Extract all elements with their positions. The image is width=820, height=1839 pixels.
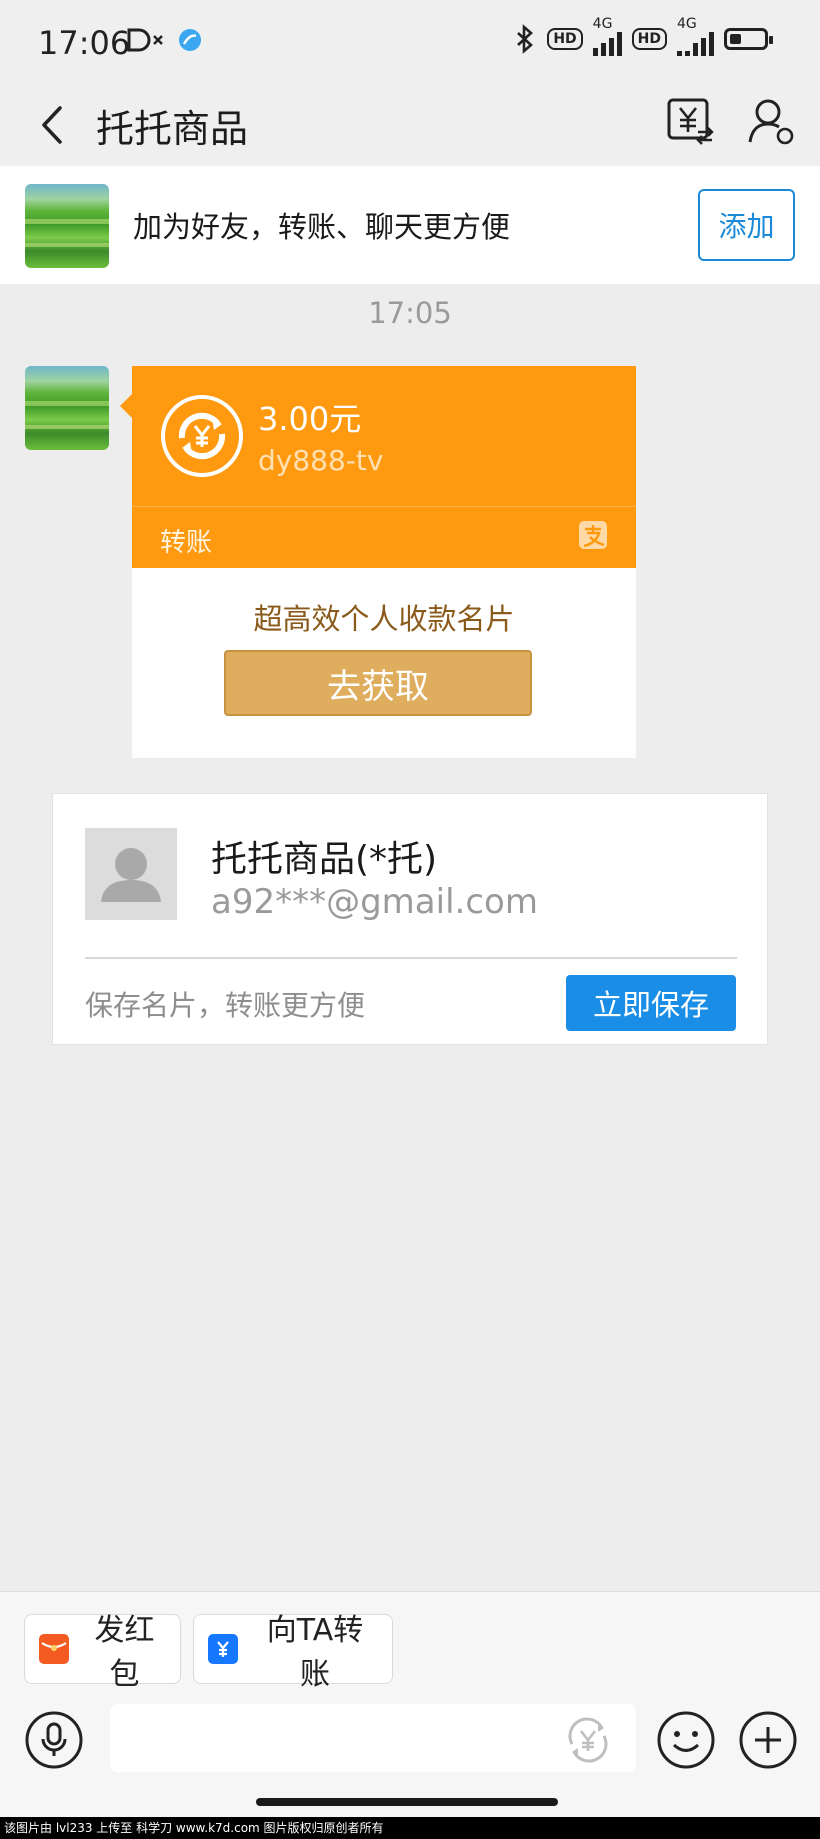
contact-email: a92***@gmail.com <box>211 882 538 922</box>
back-arrow-icon[interactable] <box>34 102 74 148</box>
transfer-icon <box>208 1634 238 1664</box>
hd-badge: HD <box>547 28 583 50</box>
status-bar: 17:06 HD 4G HD 4G <box>0 0 820 84</box>
yen-transfer-icon[interactable] <box>666 96 714 146</box>
transfer-amount: 3.00元 <box>258 400 362 438</box>
get-card-button[interactable]: 去获取 <box>224 650 532 716</box>
add-friend-tip: 加为好友，转账、聊天更方便 <box>133 210 511 244</box>
signal-icon: 4G <box>592 16 622 56</box>
transfer-to-ta-label: 向TA转账 <box>266 1613 364 1692</box>
watermark-text: 该图片由 lvl233 上传至 科学刀 www.k7d.com 图片版权归原创者… <box>0 1817 820 1839</box>
divider <box>85 957 737 959</box>
hd-badge: HD <box>631 28 667 50</box>
battery-icon <box>724 28 773 50</box>
status-time: 17:06 <box>38 24 131 62</box>
alipay-icon <box>579 521 607 549</box>
home-indicator[interactable] <box>256 1798 558 1806</box>
divider <box>132 506 636 507</box>
signal-icon: 4G <box>677 16 714 56</box>
contact-name: 托托商品(*托) <box>211 839 438 880</box>
transfer-card-header: 3.00元 dy888-tv 转账 <box>120 366 636 568</box>
page-title: 托托商品 <box>96 107 249 151</box>
app-notification-icon <box>179 29 201 51</box>
red-packet-icon <box>39 1634 69 1664</box>
red-packet-label: 发红包 <box>94 1613 155 1692</box>
voice-input-icon[interactable] <box>24 1710 84 1770</box>
transfer-label: 转账 <box>160 528 213 558</box>
bottom-bar: 发红包 向TA转账 <box>0 1591 820 1817</box>
person-silhouette-icon <box>101 848 161 902</box>
emoji-icon[interactable] <box>656 1710 716 1770</box>
save-contact-button[interactable]: 立即保存 <box>566 975 736 1031</box>
screen-record-icon <box>127 28 163 52</box>
contact-profile-icon[interactable] <box>746 96 796 146</box>
save-card-tip: 保存名片，转账更方便 <box>85 989 366 1022</box>
add-friend-banner: 加为好友，转账、聊天更方便 添加 <box>0 166 820 284</box>
contact-card: 托托商品(*托) a92***@gmail.com 保存名片，转账更方便 立即保… <box>52 793 768 1045</box>
avatar <box>25 184 109 268</box>
yen-exchange-icon <box>161 395 243 477</box>
add-friend-button[interactable]: 添加 <box>698 189 795 261</box>
message-input[interactable] <box>110 1704 636 1772</box>
bluetooth-icon <box>517 24 534 54</box>
transfer-payee: dy888-tv <box>258 444 384 477</box>
transfer-to-ta-button[interactable]: 向TA转账 <box>193 1613 393 1692</box>
red-packet-button[interactable]: 发红包 <box>24 1613 181 1692</box>
sender-avatar[interactable] <box>25 366 109 450</box>
plus-icon[interactable] <box>738 1710 798 1770</box>
chat-timestamp: 17:05 <box>368 296 452 330</box>
transfer-message-card[interactable]: 3.00元 dy888-tv 转账 超高效个人收款名片 去获取 <box>120 366 636 758</box>
card-headline: 超高效个人收款名片 <box>253 602 515 636</box>
yen-transfer-shortcut-icon[interactable] <box>562 1714 614 1766</box>
default-avatar-icon <box>85 828 177 920</box>
nav-bar: 托托商品 <box>0 84 820 166</box>
